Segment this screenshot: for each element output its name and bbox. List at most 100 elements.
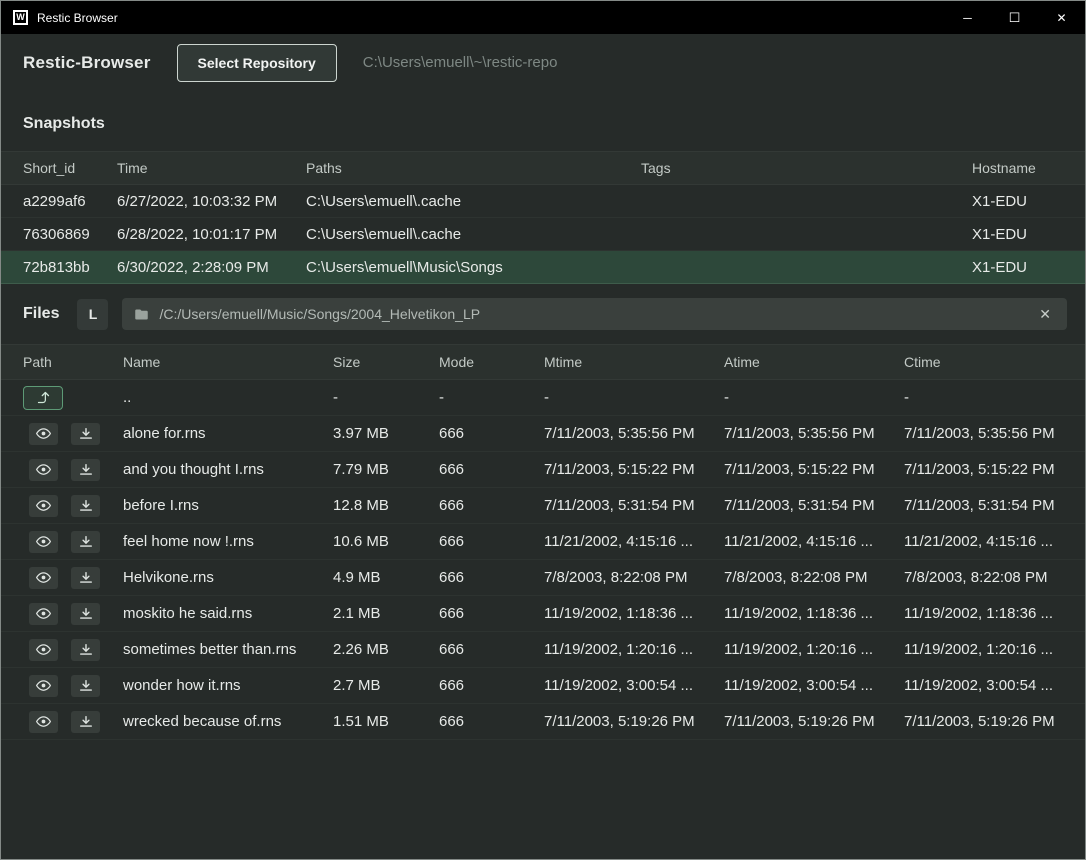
download-icon xyxy=(79,571,93,585)
snapshot-hostname: X1-EDU xyxy=(972,259,1063,276)
snapshot-row[interactable]: 76306869 6/28/2022, 10:01:17 PM C:\Users… xyxy=(1,218,1085,251)
file-mode: 666 xyxy=(439,533,544,550)
file-atime: 11/21/2002, 4:15:16 ... xyxy=(724,533,904,550)
app-window: W Restic Browser ─ ☐ ✕ Restic-Browser Se… xyxy=(0,0,1086,860)
col-size: Size xyxy=(333,354,439,370)
download-button[interactable] xyxy=(71,495,100,517)
file-name: alone for.rns xyxy=(123,425,333,442)
file-mtime: 7/8/2003, 8:22:08 PM xyxy=(544,569,724,586)
file-mode: 666 xyxy=(439,569,544,586)
file-mtime: 11/19/2002, 1:20:16 ... xyxy=(544,641,724,658)
download-icon xyxy=(79,427,93,441)
download-icon xyxy=(79,607,93,621)
file-mode: - xyxy=(439,389,544,406)
snapshot-time: 6/30/2022, 2:28:09 PM xyxy=(117,259,306,276)
download-button[interactable] xyxy=(71,531,100,553)
file-size: 2.26 MB xyxy=(333,641,439,658)
file-ctime: 7/11/2003, 5:35:56 PM xyxy=(904,425,1063,442)
file-name: Helvikone.rns xyxy=(123,569,333,586)
file-atime: 11/19/2002, 3:00:54 ... xyxy=(724,677,904,694)
snapshot-paths: C:\Users\emuell\Music\Songs xyxy=(306,259,641,276)
window-controls: ─ ☐ ✕ xyxy=(944,1,1085,34)
eye-icon xyxy=(36,714,51,729)
folder-icon xyxy=(134,307,149,322)
file-mode: 666 xyxy=(439,713,544,730)
file-row: alone for.rns 3.97 MB 666 7/11/2003, 5:3… xyxy=(1,416,1085,452)
preview-button[interactable] xyxy=(29,495,58,517)
download-button[interactable] xyxy=(71,711,100,733)
preview-button[interactable] xyxy=(29,567,58,589)
file-mtime: 11/19/2002, 1:18:36 ... xyxy=(544,605,724,622)
eye-icon xyxy=(36,534,51,549)
file-name: moskito he said.rns xyxy=(123,605,333,622)
snapshot-hostname: X1-EDU xyxy=(972,193,1063,210)
download-button[interactable] xyxy=(71,639,100,661)
file-row: and you thought I.rns 7.79 MB 666 7/11/2… xyxy=(1,452,1085,488)
eye-icon xyxy=(36,642,51,657)
eye-icon xyxy=(36,426,51,441)
clear-path-button[interactable]: ✕ xyxy=(1035,304,1055,325)
download-button[interactable] xyxy=(71,423,100,445)
snapshot-short-id: 76306869 xyxy=(23,226,117,243)
file-mtime: 7/11/2003, 5:15:22 PM xyxy=(544,461,724,478)
close-button[interactable]: ✕ xyxy=(1038,1,1085,34)
download-button[interactable] xyxy=(71,603,100,625)
window-title: Restic Browser xyxy=(37,11,118,25)
download-button[interactable] xyxy=(71,675,100,697)
minimize-button[interactable]: ─ xyxy=(944,1,991,34)
file-size: 10.6 MB xyxy=(333,533,439,550)
file-size: 3.97 MB xyxy=(333,425,439,442)
parent-dir-row[interactable]: .. - - - - - xyxy=(1,380,1085,416)
snapshot-row[interactable]: a2299af6 6/27/2022, 10:03:32 PM C:\Users… xyxy=(1,185,1085,218)
preview-button[interactable] xyxy=(29,603,58,625)
select-repository-button[interactable]: Select Repository xyxy=(177,44,337,82)
file-mtime: 7/11/2003, 5:19:26 PM xyxy=(544,713,724,730)
repository-path: C:\Users\emuell\~\restic-repo xyxy=(363,54,558,71)
preview-button[interactable] xyxy=(29,711,58,733)
file-atime: 7/11/2003, 5:15:22 PM xyxy=(724,461,904,478)
file-mtime: 11/21/2002, 4:15:16 ... xyxy=(544,533,724,550)
download-button[interactable] xyxy=(71,567,100,589)
preview-button[interactable] xyxy=(29,675,58,697)
col-paths: Paths xyxy=(306,160,641,176)
col-ctime: Ctime xyxy=(904,354,1063,370)
download-icon xyxy=(79,463,93,477)
file-size: 1.51 MB xyxy=(333,713,439,730)
file-row: before I.rns 12.8 MB 666 7/11/2003, 5:31… xyxy=(1,488,1085,524)
current-path-bar[interactable]: /C:/Users/emuell/Music/Songs/2004_Helvet… xyxy=(122,298,1067,330)
app-icon: W xyxy=(13,10,28,25)
preview-button[interactable] xyxy=(29,639,58,661)
file-row: sometimes better than.rns 2.26 MB 666 11… xyxy=(1,632,1085,668)
col-time: Time xyxy=(117,160,306,176)
preview-button[interactable] xyxy=(29,423,58,445)
file-size: 4.9 MB xyxy=(333,569,439,586)
download-icon xyxy=(79,715,93,729)
preview-button[interactable] xyxy=(29,459,58,481)
file-atime: 7/11/2003, 5:19:26 PM xyxy=(724,713,904,730)
snapshot-row-selected[interactable]: 72b813bb 6/30/2022, 2:28:09 PM C:\Users\… xyxy=(1,251,1085,284)
download-icon xyxy=(79,499,93,513)
file-ctime: - xyxy=(904,389,1063,406)
file-mtime: 11/19/2002, 3:00:54 ... xyxy=(544,677,724,694)
snapshot-paths: C:\Users\emuell\.cache xyxy=(306,226,641,243)
col-mtime: Mtime xyxy=(544,354,724,370)
file-row: Helvikone.rns 4.9 MB 666 7/8/2003, 8:22:… xyxy=(1,560,1085,596)
file-ctime: 11/19/2002, 1:20:16 ... xyxy=(904,641,1063,658)
file-name: and you thought I.rns xyxy=(123,461,333,478)
snapshot-time: 6/27/2022, 10:03:32 PM xyxy=(117,193,306,210)
file-name: sometimes better than.rns xyxy=(123,641,333,658)
preview-button[interactable] xyxy=(29,531,58,553)
app-title: Restic-Browser xyxy=(23,53,151,73)
download-button[interactable] xyxy=(71,459,100,481)
maximize-button[interactable]: ☐ xyxy=(991,1,1038,34)
file-row: wonder how it.rns 2.7 MB 666 11/19/2002,… xyxy=(1,668,1085,704)
file-row: moskito he said.rns 2.1 MB 666 11/19/200… xyxy=(1,596,1085,632)
list-mode-button[interactable]: L xyxy=(77,299,108,330)
go-up-button[interactable] xyxy=(23,386,63,410)
file-mtime: 7/11/2003, 5:35:56 PM xyxy=(544,425,724,442)
file-mtime: - xyxy=(544,389,724,406)
download-icon xyxy=(79,679,93,693)
col-name: Name xyxy=(123,354,333,370)
file-size: 2.7 MB xyxy=(333,677,439,694)
col-short-id: Short_id xyxy=(23,160,117,176)
